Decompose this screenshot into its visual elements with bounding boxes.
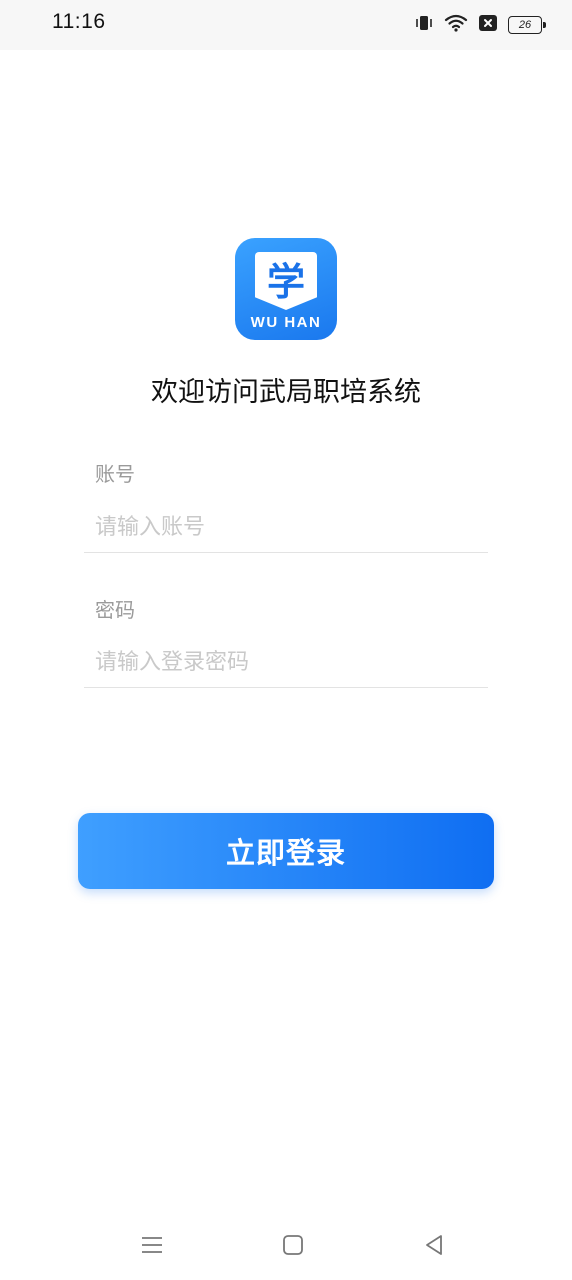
app-logo: 学 WU HAN [235,238,337,340]
system-nav-bar [0,1210,572,1280]
back-icon[interactable] [419,1230,449,1260]
account-input[interactable] [84,503,488,553]
battery-icon: 26 [508,16,546,34]
status-time: 11:16 [52,10,106,33]
password-input[interactable] [84,638,488,688]
wifi-icon [444,13,468,37]
battery-level: 26 [518,19,532,31]
notification-x-icon [478,14,498,36]
login-button[interactable]: 立即登录 [78,813,494,889]
account-label: 账号 [95,462,135,486]
welcome-title: 欢迎访问武局职培系统 [151,377,421,408]
home-icon[interactable] [278,1230,308,1260]
menu-icon[interactable] [137,1230,167,1260]
logo-character: 学 [266,258,305,304]
status-icons: 26 [414,13,546,37]
status-bar: 11:16 26 [0,0,572,50]
logo-text: WU HAN [250,314,322,331]
vibrate-icon [414,13,434,37]
logo-book-shape: 学 [255,252,317,310]
password-label: 密码 [95,598,135,622]
